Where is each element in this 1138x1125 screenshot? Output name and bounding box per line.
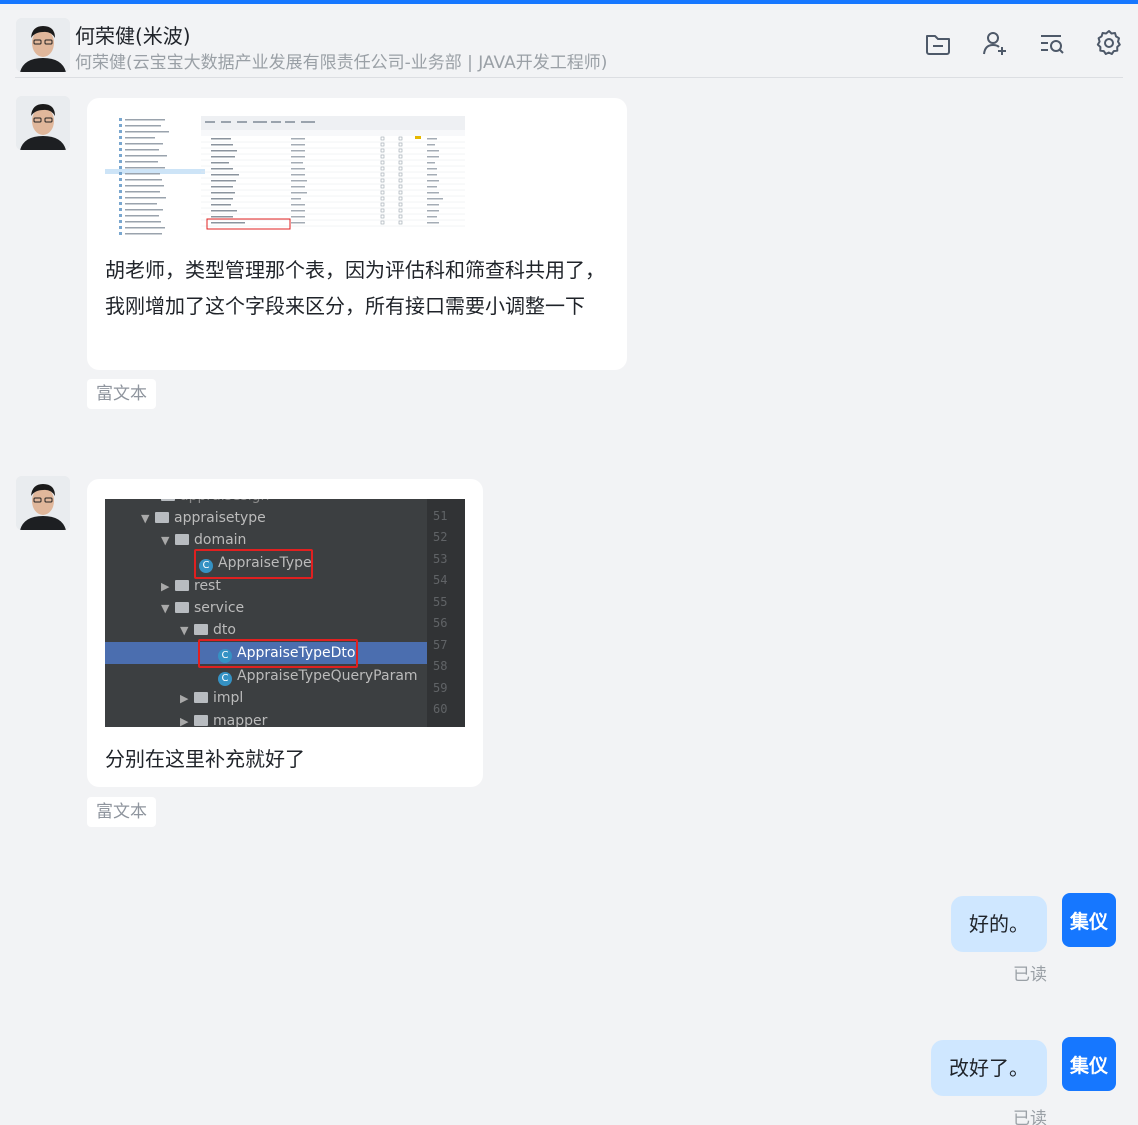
line-number: 60: [433, 702, 448, 716]
sender-avatar[interactable]: [16, 476, 70, 530]
expand-arrow-icon: ▼: [180, 624, 189, 637]
rich-text-tag: 富文本: [87, 797, 156, 827]
tree-item-appraisesign[interactable]: appraisesign: [105, 499, 427, 507]
contact-avatar[interactable]: [16, 18, 70, 72]
tree-item-impl[interactable]: ▶ impl: [105, 687, 427, 709]
outgoing-message-bubble[interactable]: 改好了。: [931, 1040, 1047, 1096]
tree-item-domain[interactable]: ▼ domain: [105, 529, 427, 551]
header-toolbar: [923, 28, 1124, 58]
expand-arrow-icon: ▼: [161, 534, 170, 547]
contact-name: 何荣健(米波): [75, 24, 191, 48]
folder-icon[interactable]: [923, 28, 953, 58]
expand-arrow-icon: ▼: [141, 512, 150, 525]
folder-icon: [175, 602, 189, 613]
own-avatar[interactable]: 集仪: [1062, 893, 1116, 947]
folder-icon: [155, 512, 169, 523]
line-number: 59: [433, 681, 448, 695]
tree-item-mapper[interactable]: ▶ mapper: [105, 710, 427, 727]
tree-item-appraisetypequeryparam[interactable]: C AppraiseTypeQueryParam: [105, 665, 427, 687]
ide-project-tree-screenshot[interactable]: appraisesign ▼appraisetype ▼domain CAppr…: [105, 499, 465, 727]
folder-icon: [175, 534, 189, 545]
line-number: 53: [433, 552, 448, 566]
chat-header: 何荣健(米波) 何荣健(云宝宝大数据产业发展有限责任公司-业务部 | JAVA开…: [0, 4, 1138, 80]
folder-icon: [194, 715, 208, 726]
database-table-screenshot[interactable]: [105, 116, 465, 240]
collapse-arrow-icon: ▶: [161, 580, 170, 593]
java-class-icon: C: [218, 672, 232, 686]
message-text: 胡老师，类型管理那个表，因为评估科和筛查科共用了，我刚增加了这个字段来区分，所有…: [105, 258, 605, 318]
read-status: 已读: [1013, 965, 1047, 985]
rich-text-tag: 富文本: [87, 379, 156, 409]
line-number: 58: [433, 659, 448, 673]
search-list-icon[interactable]: [1037, 28, 1067, 58]
tree-item-service[interactable]: ▼ service: [105, 597, 427, 619]
message-text: 分别在这里补充就好了: [105, 747, 305, 771]
line-number: 52: [433, 530, 448, 544]
highlight-box: [198, 639, 358, 668]
read-status: 已读: [1013, 1109, 1047, 1125]
table-design-thumbnail: [105, 116, 465, 240]
message-bubble[interactable]: appraisesign ▼appraisetype ▼domain CAppr…: [87, 479, 483, 787]
tree-item-dto[interactable]: ▼ dto: [105, 619, 427, 641]
line-number: 55: [433, 595, 448, 609]
sender-avatar[interactable]: [16, 96, 70, 150]
collapse-arrow-icon: ▶: [180, 692, 189, 705]
folder-icon: [194, 692, 208, 703]
tree-item-appraisetype[interactable]: ▼ appraisetype: [105, 507, 427, 529]
line-number: 57: [433, 638, 448, 652]
settings-icon[interactable]: [1094, 28, 1124, 58]
message-bubble[interactable]: 胡老师，类型管理那个表，因为评估科和筛查科共用了，我刚增加了这个字段来区分，所有…: [87, 98, 627, 370]
header-divider: [15, 77, 1123, 78]
add-user-icon[interactable]: [980, 28, 1010, 58]
own-avatar[interactable]: 集仪: [1062, 1037, 1116, 1091]
contact-organization: 何荣健(云宝宝大数据产业发展有限责任公司-业务部 | JAVA开发工程师): [75, 53, 608, 73]
line-number: 51: [433, 509, 448, 523]
expand-arrow-icon: ▼: [161, 602, 170, 615]
line-number: 54: [433, 573, 448, 587]
outgoing-message-bubble[interactable]: 好的。: [951, 896, 1047, 952]
folder-icon: [194, 624, 208, 635]
folder-icon: [175, 580, 189, 591]
folder-icon: [161, 499, 175, 501]
highlight-box: [194, 549, 313, 579]
collapse-arrow-icon: ▶: [180, 715, 189, 727]
line-number: 56: [433, 616, 448, 630]
